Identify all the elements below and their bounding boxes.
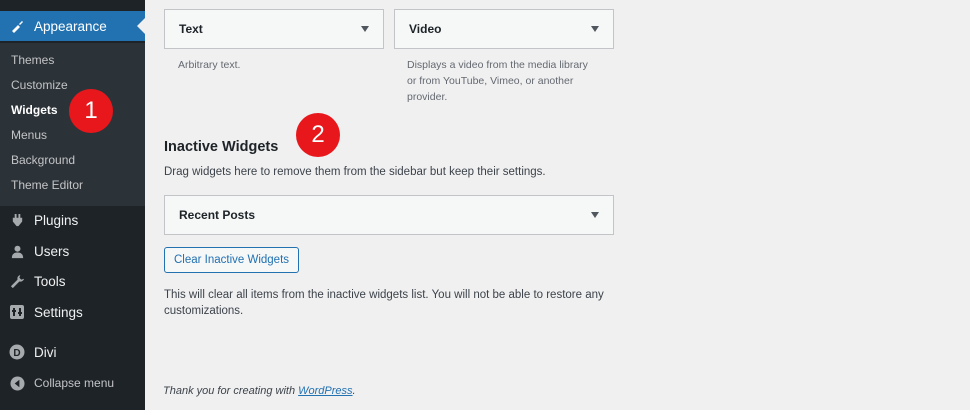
desc-line: Displays a video from the media library	[407, 59, 588, 71]
collapse-menu-button[interactable]: Collapse menu	[0, 368, 145, 398]
user-icon	[0, 244, 34, 259]
clear-inactive-note: This will clear all items from the inact…	[164, 289, 604, 317]
submenu-background[interactable]: Background	[11, 153, 75, 167]
menu-users[interactable]: Users	[0, 236, 145, 266]
widget-text-description: Arbitrary text.	[178, 59, 241, 71]
wrench-icon	[0, 274, 34, 289]
collapse-menu-label: Collapse menu	[34, 376, 115, 390]
footer-end: .	[352, 385, 356, 397]
step-badge-1: 1	[69, 89, 113, 133]
chevron-down-icon[interactable]	[591, 26, 599, 32]
menu-users-label: Users	[34, 243, 70, 259]
admin-sidebar: Appearance Themes Customize Widgets Menu…	[0, 0, 145, 410]
widget-video-title: Video	[409, 22, 442, 36]
footer-text: Thank you for creating with	[163, 385, 299, 397]
clear-inactive-widgets-button[interactable]: Clear Inactive Widgets	[164, 247, 299, 273]
settings-icon	[0, 305, 34, 319]
menu-tools-label: Tools	[34, 273, 66, 289]
menu-tools[interactable]: Tools	[0, 266, 145, 296]
divi-icon: D	[0, 344, 34, 360]
widget-text[interactable]: Text	[164, 9, 384, 49]
menu-settings[interactable]: Settings	[0, 297, 145, 327]
footer-credit: Thank you for creating with WordPress.	[163, 385, 356, 397]
svg-text:D: D	[13, 348, 20, 359]
submenu-menus[interactable]: Menus	[11, 128, 47, 142]
menu-plugins[interactable]: Plugins	[0, 205, 145, 235]
inactive-widgets-title: Inactive Widgets	[164, 139, 279, 155]
widget-video[interactable]: Video	[394, 9, 614, 49]
menu-plugins-label: Plugins	[34, 212, 79, 228]
widget-recent-posts-title: Recent Posts	[179, 208, 256, 222]
desc-line: or from YouTube, Vimeo, or another	[407, 75, 574, 87]
submenu-themes[interactable]: Themes	[11, 53, 54, 67]
chevron-down-icon[interactable]	[591, 212, 599, 218]
submenu-theme-editor[interactable]: Theme Editor	[11, 178, 83, 192]
widget-recent-posts[interactable]: Recent Posts	[164, 195, 614, 235]
menu-appearance-label: Appearance	[34, 18, 107, 34]
paintbrush-icon	[0, 18, 34, 34]
desc-line: provider.	[407, 91, 448, 103]
menu-divi[interactable]: D Divi	[0, 337, 145, 367]
widget-text-title: Text	[179, 22, 203, 36]
inactive-widgets-description: Drag widgets here to remove them from th…	[164, 166, 546, 178]
wordpress-link[interactable]: WordPress	[298, 385, 352, 397]
menu-appearance[interactable]: Appearance	[0, 11, 145, 41]
chevron-down-icon[interactable]	[361, 26, 369, 32]
menu-settings-label: Settings	[34, 304, 83, 320]
step-badge-2: 2	[296, 113, 340, 157]
submenu-widgets[interactable]: Widgets	[11, 103, 58, 117]
plugin-icon	[0, 213, 34, 228]
appearance-submenu: Themes Customize Widgets Menus Backgroun…	[0, 43, 145, 206]
menu-divi-label: Divi	[34, 344, 57, 360]
submenu-customize[interactable]: Customize	[11, 78, 68, 92]
collapse-icon	[0, 375, 34, 391]
widget-video-description: Displays a video from the media library …	[407, 57, 588, 105]
active-indicator	[137, 18, 145, 34]
